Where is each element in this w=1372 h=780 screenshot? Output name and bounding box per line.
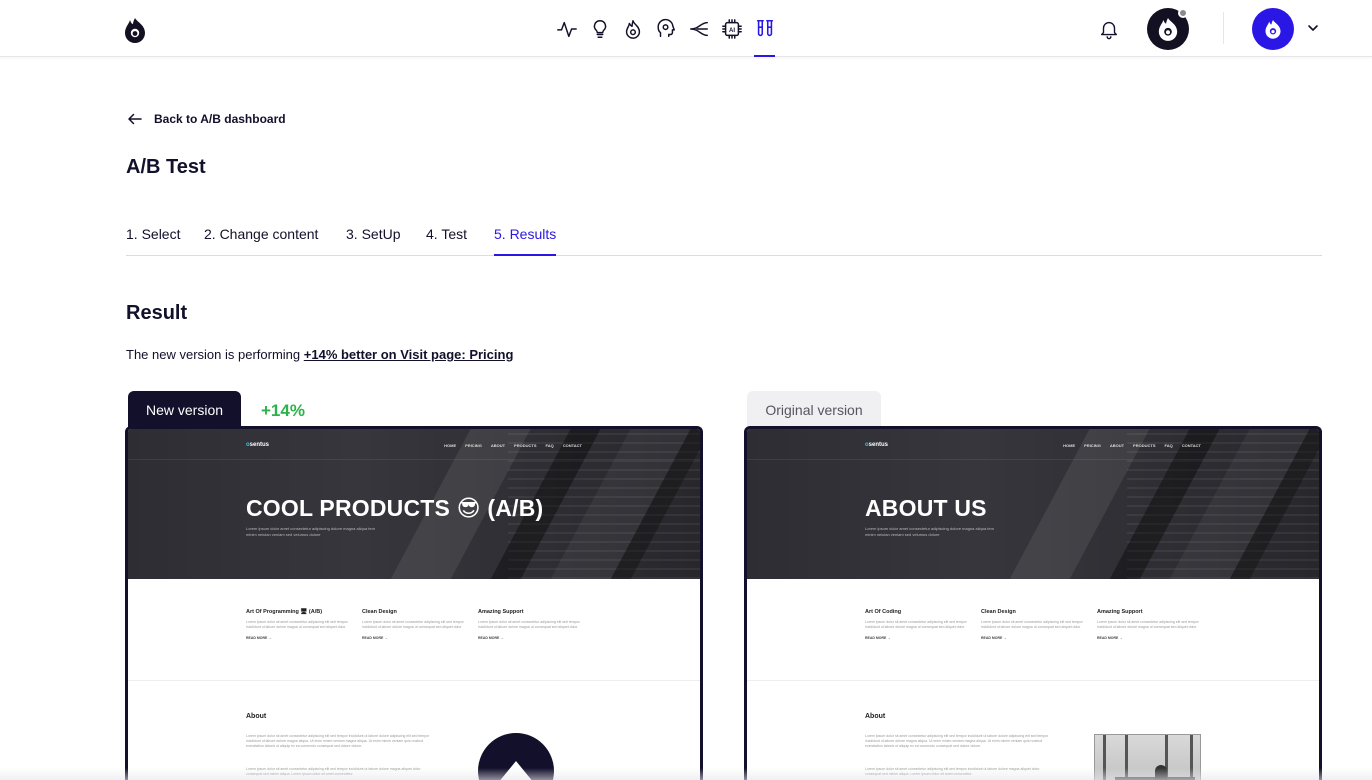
preview-about-text: Lorem ipsum dolor sit amet consectetur a…	[865, 734, 1049, 748]
preview-about-title: About	[865, 713, 886, 720]
lightbulb-icon[interactable]	[583, 0, 616, 57]
back-link-label: Back to A/B dashboard	[154, 112, 286, 126]
svg-text:AI: AI	[729, 27, 735, 33]
funnel-icon[interactable]	[682, 0, 715, 57]
flame-logo-icon	[1158, 18, 1178, 41]
main-nav: AI	[550, 0, 781, 57]
tab-results[interactable]: 5. Results	[494, 226, 557, 256]
preview-feature: Amazing Support Lorem ipsum dolor sit am…	[478, 609, 580, 640]
arrow-left-icon	[128, 113, 142, 125]
preview-feature: Art Of Coding Lorem ipsum dolor sit amet…	[865, 609, 967, 640]
tab-test[interactable]: 4. Test	[426, 226, 467, 256]
ai-chip-icon[interactable]: AI	[715, 0, 748, 57]
tab-change-content[interactable]: 2. Change content	[204, 226, 318, 256]
preview-hero: osentus HOME PRICING ABOUT PRODUCTS FAQ …	[128, 429, 700, 579]
test-tubes-icon[interactable]	[748, 0, 781, 57]
result-summary: The new version is performing +14% bette…	[126, 347, 513, 362]
user-avatar[interactable]	[1252, 8, 1294, 50]
preview-hero-subtitle: Lorem ipsum dolor amet consectetur adipi…	[865, 526, 994, 537]
preview-hero-subtitle: Lorem ipsum dolor amet consectetur adipi…	[246, 526, 375, 537]
header-divider	[1223, 12, 1224, 44]
step-tabs: 1. Select 2. Change content 3. SetUp 4. …	[126, 226, 1322, 256]
performance-delta: +14%	[261, 401, 305, 420]
original-version-tag[interactable]: Original version	[747, 391, 881, 429]
tab-setup[interactable]: 3. SetUp	[346, 226, 400, 256]
top-bar: AI	[0, 0, 1372, 57]
preview-about-text: Lorem ipsum dolor sit amet consectetur a…	[246, 734, 430, 748]
new-version-tag[interactable]: New version	[128, 391, 241, 429]
account-avatar[interactable]	[1147, 8, 1189, 50]
logo-icon[interactable]	[123, 17, 147, 43]
result-summary-prefix: The new version is performing	[126, 347, 301, 362]
preview-feature: Amazing Support Lorem ipsum dolor sit am…	[1097, 609, 1199, 640]
tab-select[interactable]: 1. Select	[126, 226, 180, 256]
preview-nav: HOME PRICING ABOUT PRODUCTS FAQ CONTACT	[444, 443, 582, 448]
flame-icon[interactable]	[616, 0, 649, 57]
preview-brand: osentus	[246, 442, 270, 448]
preview-features: Art Of Coding Lorem ipsum dolor sit amet…	[865, 609, 1213, 640]
result-title: Result	[126, 302, 188, 324]
pulse-icon[interactable]	[550, 0, 583, 57]
result-summary-link[interactable]: +14% better on Visit page: Pricing	[304, 347, 514, 362]
preview-feature: Clean Design Lorem ipsum dolor sit amet …	[981, 609, 1083, 640]
preview-hero-title: COOL PRODUCTS 😎 (A/B)	[246, 495, 544, 521]
chevron-down-icon[interactable]	[1305, 20, 1321, 36]
flame-logo-icon	[1265, 20, 1281, 39]
page-title: A/B Test	[126, 156, 206, 178]
new-version-preview: osentus HOME PRICING ABOUT PRODUCTS FAQ …	[125, 426, 703, 780]
preview-nav: HOME PRICING ABOUT PRODUCTS FAQ CONTACT	[1063, 443, 1201, 448]
preview-brand: osentus	[865, 442, 889, 448]
back-link[interactable]: Back to A/B dashboard	[126, 110, 286, 128]
preview-features: Art Of Programming 🖥 (A/B) Lorem ipsum d…	[246, 609, 594, 640]
bell-icon[interactable]	[1098, 18, 1120, 40]
preview-hero: osentus HOME PRICING ABOUT PRODUCTS FAQ …	[747, 429, 1319, 579]
status-dot	[1178, 8, 1188, 18]
preview-about-title: About	[246, 713, 267, 720]
preview-feature: Clean Design Lorem ipsum dolor sit amet …	[362, 609, 464, 640]
head-icon[interactable]	[649, 0, 682, 57]
preview-hero-title: ABOUT US	[865, 495, 987, 521]
bottom-fade	[0, 768, 1372, 780]
original-version-preview: osentus HOME PRICING ABOUT PRODUCTS FAQ …	[744, 426, 1322, 780]
preview-feature: Art Of Programming 🖥 (A/B) Lorem ipsum d…	[246, 609, 348, 640]
